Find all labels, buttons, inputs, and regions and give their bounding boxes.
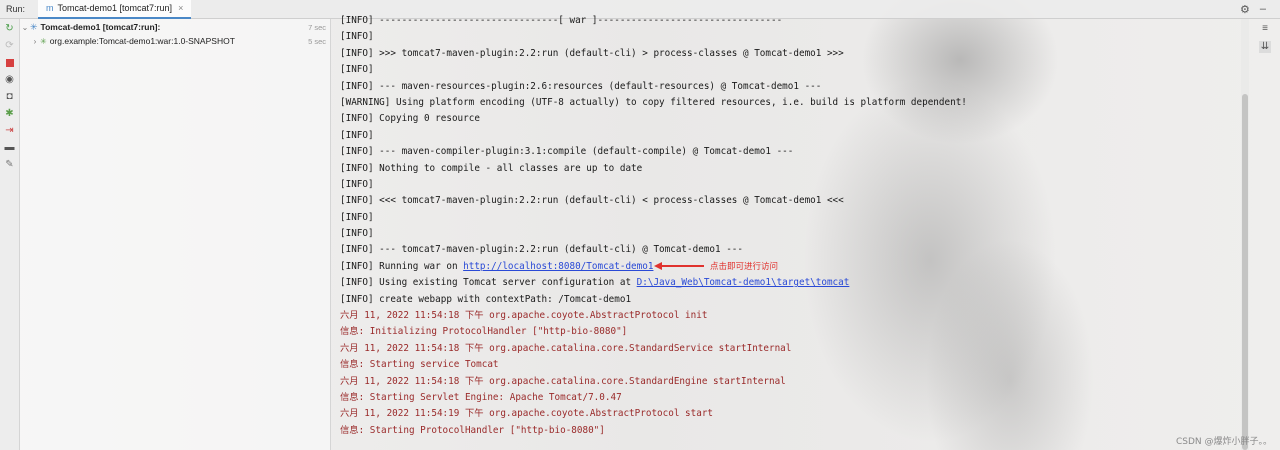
- tree-row-child[interactable]: › ✳ org.example:Tomcat-demo1:war:1.0-SNA…: [20, 34, 330, 48]
- spinner-icon: ✳: [40, 36, 47, 46]
- console-line-running: [INFO] Running war on http://localhost:8…: [340, 259, 1242, 275]
- rerun-failed-icon[interactable]: ⟳: [4, 40, 16, 52]
- chevron-down-icon[interactable]: ⌄: [20, 23, 30, 32]
- debug-icon[interactable]: ✱: [4, 108, 16, 120]
- scroll-to-end-icon[interactable]: ⇊: [1259, 41, 1271, 53]
- camera-icon[interactable]: ◘: [4, 91, 16, 103]
- left-toolbar: ↻ ⟳ ◉ ◘ ✱ ⇥ ▬ ✎: [0, 19, 20, 450]
- tree-root-label: Tomcat-demo1 [tomcat7:run]:: [40, 22, 161, 32]
- config-prefix: [INFO] Using existing Tomcat server conf…: [340, 277, 637, 289]
- console-line: [INFO] >>> tomcat7-maven-plugin:2.2:run …: [340, 47, 844, 59]
- annotation-text: 点击即可进行访问: [710, 262, 779, 272]
- arrow-head-icon: [654, 262, 662, 270]
- console-line: [INFO] Copying 0 resource: [340, 113, 480, 125]
- tree-row-root[interactable]: ⌄ ✳ Tomcat-demo1 [tomcat7:run]: 7 sec: [20, 20, 330, 34]
- localhost-link[interactable]: http://localhost:8080/Tomcat-demo1: [463, 261, 653, 272]
- arrow-line: [662, 265, 704, 267]
- run-label: Run:: [6, 4, 26, 14]
- pin-icon[interactable]: ✎: [4, 159, 16, 171]
- console-line: [WARNING] Using platform encoding (UTF-8…: [340, 96, 967, 108]
- console-line: [INFO] --------------------------------[…: [340, 15, 783, 26]
- console-log-line: 六月 11, 2022 11:54:18 下午 org.apache.catal…: [340, 375, 786, 387]
- running-prefix: [INFO] Running war on: [340, 260, 464, 272]
- console-line: [INFO]: [340, 129, 374, 141]
- soft-wrap-icon[interactable]: ≡: [1259, 23, 1271, 35]
- console-log-line: 信息: Starting service Tomcat: [340, 359, 499, 371]
- console-line: [INFO] Nothing to compile - all classes …: [340, 162, 643, 174]
- tab-label: Tomcat-demo1 [tomcat7:run]: [57, 3, 173, 13]
- console-line: [INFO]: [340, 178, 374, 190]
- annotation-arrow: 点击即可进行访问: [654, 260, 778, 272]
- tree-child-label: org.example:Tomcat-demo1:war:1.0-SNAPSHO…: [49, 36, 235, 46]
- console-log-line: 六月 11, 2022 11:54:19 下午 org.apache.coyot…: [340, 408, 714, 420]
- minus-icon[interactable]: –: [1260, 3, 1266, 16]
- console-log-line: 六月 11, 2022 11:54:18 下午 org.apache.coyot…: [340, 310, 708, 322]
- close-icon[interactable]: ×: [178, 3, 183, 13]
- scrollbar-thumb[interactable]: [1242, 94, 1248, 450]
- watermark: CSDN @爆炸小胖子。。: [1175, 437, 1272, 447]
- rerun-icon[interactable]: ↻: [4, 23, 16, 35]
- console-line: [INFO] --- tomcat7-maven-plugin:2.2:run …: [340, 244, 743, 256]
- spinner-icon: ✳: [30, 21, 38, 32]
- console-output[interactable]: [INFO] --------------------------------[…: [332, 13, 1242, 450]
- console-line: [INFO]: [340, 211, 374, 223]
- tab-tomcat-run[interactable]: m Tomcat-demo1 [tomcat7:run] ×: [38, 0, 192, 19]
- exit-icon[interactable]: ⇥: [4, 125, 16, 137]
- console-line: [INFO]: [340, 31, 374, 43]
- console-line: [INFO]: [340, 228, 374, 240]
- header-actions: ⚙ –: [1240, 3, 1280, 16]
- console-log-line: 信息: Starting ProtocolHandler ["http-bio-…: [340, 424, 605, 436]
- right-toolbar: ≡ ⇊: [1250, 19, 1280, 450]
- show-options-icon[interactable]: ◉: [4, 74, 16, 86]
- console-log-line: 信息: Starting Servlet Engine: Apache Tomc…: [340, 391, 622, 403]
- console-line: [INFO]: [340, 64, 374, 76]
- console-line-config: [INFO] Using existing Tomcat server conf…: [340, 275, 1242, 291]
- chevron-right-icon[interactable]: ›: [30, 37, 40, 46]
- console-scrollbar[interactable]: [1241, 19, 1249, 450]
- tree-root-time: 7 sec: [308, 22, 326, 32]
- console-line: [INFO] <<< tomcat7-maven-plugin:2.2:run …: [340, 195, 844, 207]
- console-line: [INFO] --- maven-compiler-plugin:3.1:com…: [340, 146, 794, 158]
- console-line: [INFO] create webapp with contextPath: /…: [340, 293, 632, 305]
- console-line: [INFO] --- maven-resources-plugin:2.6:re…: [340, 80, 822, 92]
- tree-child-time: 5 sec: [308, 36, 326, 46]
- layout-icon[interactable]: ▬: [4, 142, 16, 154]
- console-log-line: 信息: Initializing ProtocolHandler ["http-…: [340, 326, 628, 338]
- run-tree: ⌄ ✳ Tomcat-demo1 [tomcat7:run]: 7 sec › …: [20, 19, 331, 450]
- config-path-link[interactable]: D:\Java_Web\Tomcat-demo1\target\tomcat: [637, 277, 850, 288]
- maven-icon: m: [46, 3, 54, 13]
- console-log-line: 六月 11, 2022 11:54:18 下午 org.apache.catal…: [340, 342, 792, 354]
- stop-icon[interactable]: [4, 57, 16, 69]
